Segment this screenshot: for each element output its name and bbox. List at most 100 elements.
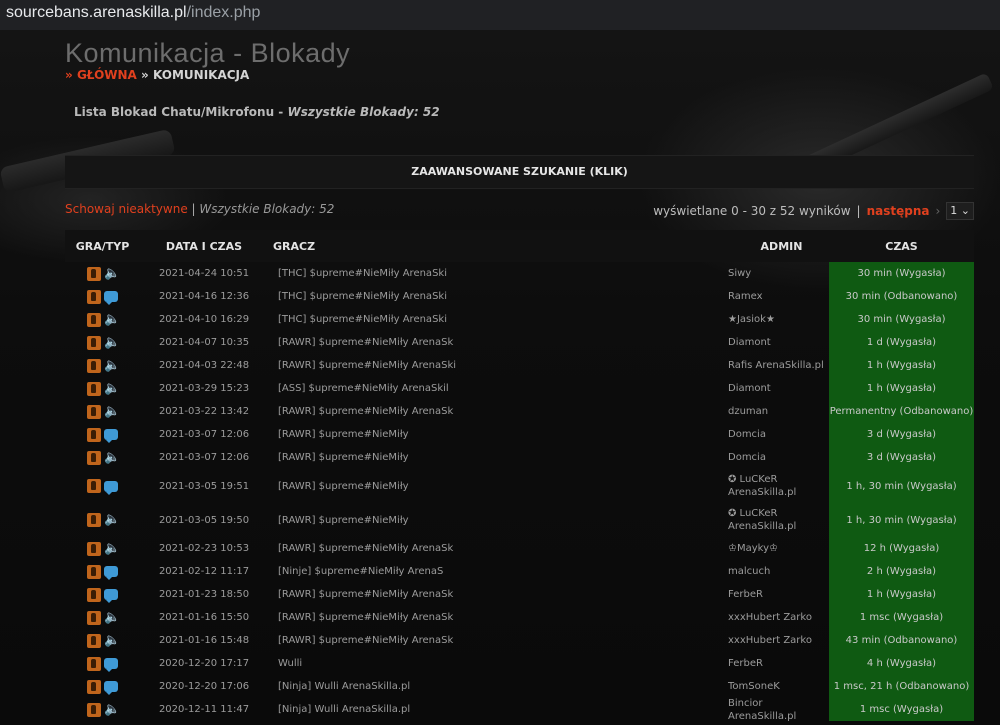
date-cell: 2020-12-11 11:47 [158, 704, 250, 715]
table-row[interactable]: 2021-03-05 19:51 [RAWR] $upreme#NieMiły ✪ … [65, 469, 974, 503]
table-row[interactable]: 🔈 2021-01-16 15:50 [RAWR] $upreme#NieMiły … [65, 606, 974, 629]
date-cell: 2021-03-05 19:51 [158, 480, 250, 492]
chat-icon [104, 658, 118, 672]
header-type[interactable]: GRA/TYP [65, 240, 140, 253]
game-icon [87, 479, 101, 493]
results-info: wyświetlane 0 - 30 z 52 wyników [653, 204, 851, 218]
url-prefix: sourcebans. [6, 4, 94, 21]
table-row[interactable]: 🔈 2021-03-29 15:23 [ASS] $upreme#NieMiły A… [65, 377, 974, 400]
type-cell: 🔈 [65, 450, 140, 465]
time-cell: 43 min (Odbanowano) [829, 629, 974, 652]
table-row[interactable]: 🔈 2021-01-16 15:48 [RAWR] $upreme#NieMiły … [65, 629, 974, 652]
table-row[interactable]: 🔈 2021-04-10 16:29 [THC] $upreme#NieMiły A… [65, 308, 974, 331]
player-cell: [RAWR] $upreme#NieMiły ArenaSk [278, 635, 454, 646]
date-cell: 2021-01-16 15:48 [158, 635, 250, 646]
admin-cell: Diamont [728, 383, 771, 394]
table-row[interactable]: 🔈 2021-04-07 10:35 [RAWR] $upreme#NieMiły … [65, 331, 974, 354]
table-row[interactable]: 2021-04-16 12:36 [THC] $upreme#NieMiły Ar… [65, 285, 974, 308]
game-icon [87, 656, 101, 671]
admin-cell: FerbeR [728, 589, 763, 600]
date-cell: 2020-12-20 17:17 [158, 658, 250, 669]
admin-cell: Domcia [728, 429, 766, 440]
time-cell: 3 d (Wygasła) [829, 446, 974, 469]
game-icon [87, 610, 101, 625]
time-cell: 1 h, 30 min (Wygasła) [829, 503, 974, 537]
date-cell: 2021-04-16 12:36 [158, 291, 250, 302]
date-cell: 2021-01-16 15:50 [158, 612, 250, 623]
advanced-search-toggle[interactable]: ZAAWANSOWANE SZUKANIE (KLIK) [65, 155, 974, 189]
date-cell: 2021-04-10 16:29 [158, 314, 250, 325]
mute-icon: 🔈 [104, 512, 121, 527]
game-icon [87, 381, 101, 396]
admin-cell: Bincior ArenaSkilla.pl [728, 697, 797, 722]
table-row[interactable]: 🔈 2021-04-24 10:51 [THC] $upreme#NieMiły A… [65, 262, 974, 285]
table-row[interactable]: 🔈 2020-12-11 11:47 [Ninja] Wulli ArenaSkil… [65, 697, 974, 722]
chat-icon [104, 429, 118, 443]
blocks-table: GRA/TYP DATA I CZAS GRACZ ADMIN CZAS 🔈 20… [65, 230, 974, 722]
table-row[interactable]: 🔈 2021-03-05 19:50 [RAWR] $upreme#NieMiły ✪… [65, 503, 974, 537]
page-select[interactable]: 1 ⌄ [946, 202, 974, 220]
address-bar[interactable]: sourcebans.arenaskilla.pl/index.php [0, 0, 1000, 30]
table-header: GRA/TYP DATA I CZAS GRACZ ADMIN CZAS [65, 230, 974, 262]
type-cell: 🔈 [65, 609, 140, 625]
next-arrow-icon[interactable]: › [935, 204, 940, 218]
url-path: /index.php [186, 4, 261, 21]
type-cell: 🔈 [65, 632, 140, 648]
time-cell: 1 msc, 21 h (Odbanowano) [829, 675, 974, 698]
header-player[interactable]: GRACZ [268, 240, 724, 253]
game-icon [87, 541, 101, 556]
date-cell: 2021-02-12 11:17 [158, 566, 250, 577]
admin-cell: ✪ LuCKeR ArenaSkilla.pl [728, 474, 797, 498]
player-cell: [RAWR] $upreme#NieMiły [278, 452, 409, 463]
header-date[interactable]: DATA I CZAS [140, 240, 268, 253]
game-icon [87, 702, 101, 717]
player-cell: [THC] $upreme#NieMiły ArenaSki [278, 291, 447, 302]
table-row[interactable]: 2021-03-07 12:06 [RAWR] $upreme#NieMiły Do… [65, 423, 974, 446]
table-row[interactable]: 2020-12-20 17:06 [Ninja] Wulli ArenaSkill… [65, 675, 974, 698]
type-cell [65, 427, 140, 443]
hide-inactive-link[interactable]: Schowaj nieaktywne [65, 202, 188, 216]
table-row[interactable]: 🔈 2021-03-22 13:42 [RAWR] $upreme#NieMiły … [65, 400, 974, 423]
date-cell: 2021-03-07 12:06 [158, 452, 250, 463]
player-cell: [RAWR] $upreme#NieMiły [278, 429, 409, 440]
table-row[interactable]: 🔈 2021-02-23 10:53 [RAWR] $upreme#NieMiły … [65, 537, 974, 560]
player-cell: [THC] $upreme#NieMiły ArenaSki [278, 314, 447, 325]
admin-cell: Rafis ArenaSkilla.pl [728, 360, 824, 371]
admin-cell: ✪ LuCKeR ArenaSkilla.pl [728, 508, 797, 532]
date-cell: 2021-04-24 10:51 [158, 268, 250, 279]
admin-cell: xxxHubert Zarko [728, 635, 812, 646]
mute-icon: 🔈 [104, 609, 121, 625]
filter-bar: Schowaj nieaktywne | Wszystkie Blokady: … [65, 202, 334, 216]
game-icon [87, 289, 101, 304]
mute-icon: 🔈 [104, 380, 121, 396]
table-row[interactable]: 🔈 2021-04-03 22:48 [RAWR] $upreme#NieMiły … [65, 354, 974, 377]
table-row[interactable]: 2021-02-12 11:17 [Ninje] $upreme#NieMiły … [65, 560, 974, 583]
time-cell: 30 min (Odbanowano) [829, 285, 974, 308]
date-cell: 2021-04-03 22:48 [158, 360, 250, 371]
header-admin[interactable]: ADMIN [724, 240, 829, 253]
player-cell: [RAWR] $upreme#NieMiły ArenaSk [278, 543, 454, 554]
type-cell [65, 587, 140, 603]
mute-icon: 🔈 [104, 540, 121, 556]
page-title: Komunikacja - Blokady [65, 38, 351, 68]
table-row[interactable]: 2021-01-23 18:50 [RAWR] $upreme#NieMiły A… [65, 583, 974, 606]
table-row[interactable]: 🔈 2021-03-07 12:06 [RAWR] $upreme#NieMiły D… [65, 446, 974, 469]
breadcrumb-home-link[interactable]: GŁÓWNA [77, 68, 137, 82]
admin-cell: xxxHubert Zarko [728, 612, 812, 623]
player-cell: [THC] $upreme#NieMiły ArenaSki [278, 268, 447, 279]
game-icon [87, 335, 101, 350]
game-icon [87, 266, 101, 281]
player-cell: [ASS] $upreme#NieMiły ArenaSkil [278, 383, 449, 394]
admin-cell: Diamont [728, 337, 771, 348]
header-time[interactable]: CZAS [829, 230, 974, 262]
player-cell: Wulli [278, 658, 303, 669]
mute-icon: 🔈 [104, 632, 121, 648]
chat-icon [104, 291, 118, 305]
next-page-link[interactable]: następna [867, 204, 930, 218]
player-cell: [RAWR] $upreme#NieMiły ArenaSki [278, 360, 457, 371]
chevron-down-icon: ⌄ [960, 204, 970, 217]
type-cell: 🔈 [65, 404, 140, 419]
filter-separator: | [187, 202, 200, 216]
table-row[interactable]: 2020-12-20 17:17 Wulli FerbeR 4 h (Wygasła) [65, 652, 974, 675]
mute-icon: 🔈 [104, 334, 121, 350]
